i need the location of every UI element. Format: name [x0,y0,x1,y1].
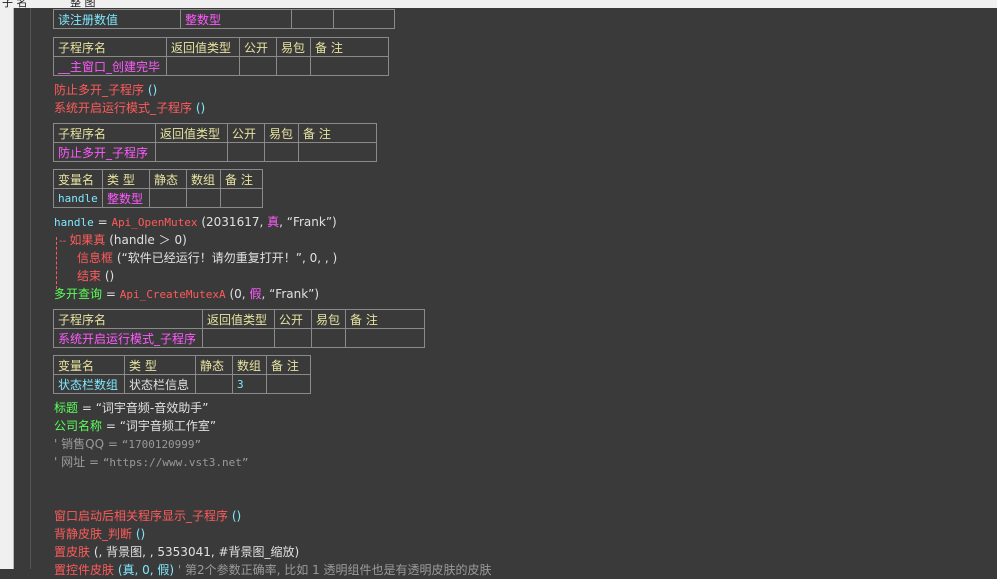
variable-name-cell[interactable]: 状态栏数组 [53,374,125,394]
register-table: 读注册数值 整数型 [53,9,395,29]
code-line[interactable]: 结束 () [77,267,114,285]
variable-table-statusbar: 变量名 类 型 静态 数组 备 注 状态栏数组 状态栏信息 3 [53,355,311,394]
top-tab-2[interactable]: 整 图 [70,0,96,8]
top-tab-1[interactable]: 子 名 [2,0,28,8]
col-remark: 备 注 [310,37,389,57]
code-line[interactable]: 置皮肤 (, 背景图, , 5353041, #背景图_缩放) [54,543,299,561]
register-name-cell[interactable]: 读注册数值 [53,9,181,29]
variable-type-cell[interactable]: 整数型 [102,188,150,208]
code-comment[interactable]: ' 销售QQ = “1700120999” [54,435,201,453]
api-call[interactable]: Api_CreateMutexA [120,288,226,301]
call-name[interactable]: 防止多开_子程序 [54,83,144,97]
code-line[interactable]: 窗口启动后相关程序显示_子程序 () [54,507,241,525]
code-comment[interactable]: ' 网址 = “https://www.vst3.net” [54,453,249,471]
code-line[interactable]: 公司名称 = “词宇音频工作室” [54,417,216,435]
code-line[interactable]: 标题 = “词宇音频-音效助手” [54,399,208,417]
code-line[interactable]: 系统开启运行模式_子程序 () [54,99,205,117]
left-gutter [0,8,14,569]
code-line-if[interactable]: -- 如果真 (handle ＞ 0) [59,231,187,249]
col-subroutine-name: 子程序名 [53,37,167,57]
array-size-cell[interactable]: 3 [232,374,267,394]
code-line[interactable]: handle = Api_OpenMutex (2031617, 真, “Fra… [54,213,337,231]
subroutine-table-system-mode: 子程序名 返回值类型 公开 易包 备 注 系统开启运行模式_子程序 [53,309,425,348]
code-line[interactable]: 防止多开_子程序 () [54,81,157,99]
call-name[interactable]: 系统开启运行模式_子程序 [54,101,192,115]
keyword-if[interactable]: 如果真 [69,233,105,247]
code-line[interactable]: 背静皮肤_判断 () [54,525,145,543]
col-public: 公开 [239,37,277,57]
register-type-cell[interactable]: 整数型 [180,9,292,29]
col-easy-package: 易包 [276,37,311,57]
code-line[interactable]: 置控件皮肤 (真, 0, 假) ' 第2个参数正确率, 比如 1 透明组件也是有… [54,561,492,579]
col-return-type: 返回值类型 [166,37,240,57]
keyword-msgbox[interactable]: 信息框 [77,251,113,265]
call-name[interactable]: 窗口启动后相关程序显示_子程序 [54,509,228,523]
subroutine-table-main-window: 子程序名 返回值类型 公开 易包 备 注 __主窗口_创建完毕 [53,37,389,76]
keyword-end[interactable]: 结束 [77,269,101,283]
top-tab-strip: 子 名 整 图 [0,0,997,8]
code-line[interactable]: 信息框 (“软件已经运行！请勿重复打开！”, 0, , ) [77,249,337,267]
flow-line [56,237,57,289]
code-editor[interactable]: 读注册数值 整数型 子程序名 返回值类型 公开 易包 备 注 __主窗口_创建完… [31,8,997,577]
subroutine-name-cell[interactable]: 防止多开_子程序 [53,142,156,162]
subroutine-table-prevent-multi: 子程序名 返回值类型 公开 易包 备 注 防止多开_子程序 [53,123,377,162]
call-name[interactable]: 背静皮肤_判断 [54,527,132,541]
subroutine-name-cell[interactable]: 系统开启运行模式_子程序 [53,328,203,348]
variable-name-cell[interactable]: handle [53,188,103,208]
variable-type-cell[interactable]: 状态栏信息 [124,374,196,394]
variable-table-handle: 变量名 类 型 静态 数组 备 注 handle 整数型 [53,169,263,208]
call-name[interactable]: 置控件皮肤 [54,563,114,577]
api-call[interactable]: Api_OpenMutex [111,216,197,229]
call-name[interactable]: 置皮肤 [54,545,90,559]
subroutine-name-cell[interactable]: __主窗口_创建完毕 [53,56,167,76]
code-line[interactable]: 多开查询 = Api_CreateMutexA (0, 假, “Frank”) [54,285,319,303]
